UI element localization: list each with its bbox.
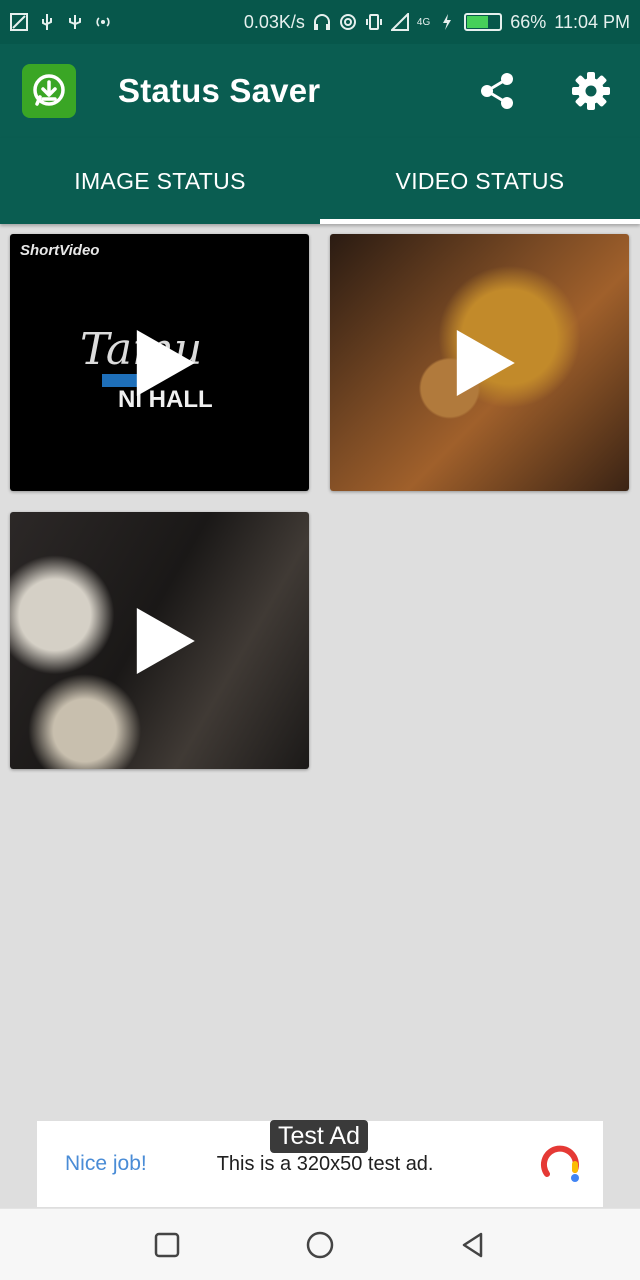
signal-icon	[390, 13, 409, 31]
play-icon	[136, 329, 195, 396]
usb-debug-icon	[66, 13, 84, 31]
tab-video-status[interactable]: VIDEO STATUS	[320, 138, 640, 224]
recents-icon[interactable]	[147, 1225, 187, 1265]
home-icon[interactable]	[300, 1225, 340, 1265]
share-icon[interactable]	[476, 70, 518, 112]
hotspot-icon	[94, 13, 112, 31]
app-bar: Status Saver	[0, 44, 640, 138]
play-icon	[456, 329, 515, 396]
tab-image-status[interactable]: IMAGE STATUS	[0, 138, 320, 224]
battery-icon	[464, 13, 503, 31]
vibrate-icon	[365, 13, 383, 31]
navigation-bar	[0, 1208, 640, 1280]
status-right: 0.03K/s 4G 66% 11:04 PM	[244, 12, 630, 33]
nfc-icon	[339, 13, 357, 31]
battery-percent: 66%	[510, 11, 547, 32]
app-title: Status Saver	[118, 72, 321, 109]
tab-bar: IMAGE STATUS VIDEO STATUS	[0, 138, 640, 224]
network-speed: 0.03K/s	[243, 11, 305, 32]
test-ad-label: Test Ad	[270, 1120, 368, 1153]
video-grid: ShortVideo Tamu NI HALL	[10, 234, 630, 769]
screenshot-icon	[10, 13, 28, 31]
thumbnail-watermark: ShortVideo	[20, 242, 100, 259]
play-icon	[136, 607, 195, 674]
clock: 11:04 PM	[554, 11, 630, 32]
headphones-icon	[313, 13, 331, 31]
admob-logo-icon	[539, 1142, 583, 1186]
back-icon[interactable]	[453, 1225, 493, 1265]
ad-headline: Nice job!	[65, 1152, 147, 1175]
tab-label: VIDEO STATUS	[395, 167, 565, 194]
tab-label: IMAGE STATUS	[74, 167, 246, 194]
network-type: 4G	[416, 16, 431, 28]
app-bar-actions	[476, 70, 618, 112]
status-left-icons	[10, 13, 112, 31]
video-thumbnail[interactable]	[10, 512, 309, 769]
settings-icon[interactable]	[570, 70, 612, 112]
status-bar: 0.03K/s 4G 66% 11:04 PM	[0, 0, 640, 44]
charging-icon	[438, 13, 456, 31]
ad-body: This is a 320x50 test ad.	[216, 1152, 434, 1175]
usb-icon	[38, 13, 56, 31]
video-thumbnail[interactable]	[330, 234, 629, 491]
video-thumbnail[interactable]: ShortVideo Tamu NI HALL	[10, 234, 309, 491]
whatsapp-download-icon	[22, 64, 76, 118]
